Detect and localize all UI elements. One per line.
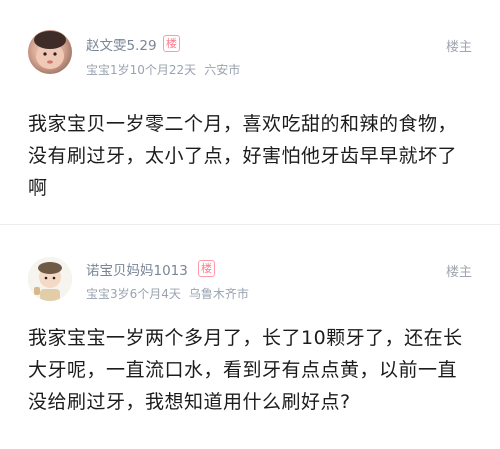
user-meta: 宝宝3岁6个月4天 乌鲁木齐市 (86, 285, 249, 302)
user-avatar[interactable] (28, 257, 72, 301)
user-meta: 宝宝1岁10个月22天 六安市 (86, 61, 240, 78)
post-content: 我家宝贝一岁零二个月，喜欢吃甜的和辣的食物，没有刷过牙，太小了点，好害怕他牙齿早… (28, 113, 458, 199)
post-card: 诺宝贝妈妈1013 楼 宝宝3岁6个月4天 乌鲁木齐市 楼主 我家宝宝一岁两个多月… (0, 226, 500, 449)
op-badge: 楼 (198, 260, 215, 277)
location: 六安市 (204, 63, 241, 77)
baby-photo-avatar-icon (34, 31, 66, 69)
baby-age: 宝宝3岁6个月4天 (86, 287, 181, 301)
username[interactable]: 诺宝贝妈妈1013 (86, 259, 188, 279)
op-badge: 楼 (163, 35, 180, 52)
username[interactable]: 赵文雯5.29 (86, 34, 157, 54)
baby-photo-avatar-icon (28, 257, 72, 301)
floor-label: 楼主 (445, 40, 472, 55)
post-content: 我家宝宝一岁两个多月了，长了10颗牙了，还在长大牙呢，一直流口水，看到牙有点点黄… (28, 327, 463, 413)
user-avatar[interactable] (28, 30, 72, 74)
location: 乌鲁木齐市 (188, 287, 249, 301)
floor-label: 楼主 (445, 265, 472, 280)
post-card: 赵文雯5.29 楼 宝宝1岁10个月22天 六安市 楼主 我家宝贝一岁零二个月，喜… (0, 0, 500, 226)
divider (0, 224, 500, 225)
baby-age: 宝宝1岁10个月22天 (86, 63, 197, 77)
